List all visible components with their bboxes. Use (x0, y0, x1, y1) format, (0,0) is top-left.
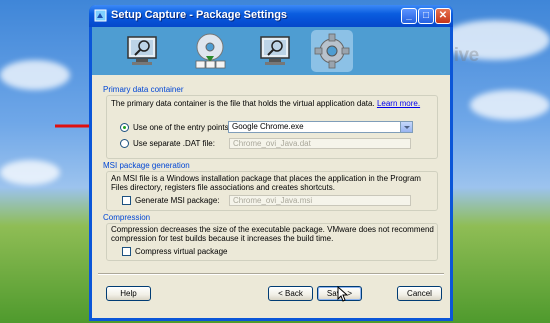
entry-points-value: Google Chrome.exe (232, 122, 304, 131)
compression-description-line2: compression for test builds because it i… (111, 234, 334, 243)
primary-description: The primary data container is the file t… (111, 99, 436, 109)
setup-capture-window: Setup Capture - Package Settings _ □ ✕ P… (89, 5, 453, 321)
back-button[interactable]: < Back (268, 286, 313, 301)
mouse-cursor-icon (337, 286, 349, 302)
compress-package-checkbox[interactable] (122, 247, 131, 256)
close-icon: ✕ (438, 10, 448, 21)
chevron-down-icon[interactable] (400, 122, 412, 132)
maximize-button[interactable]: □ (418, 8, 434, 24)
separate-dat-label: Use separate .DAT file: (133, 139, 215, 148)
close-button[interactable]: ✕ (435, 8, 451, 24)
entry-points-radio[interactable] (120, 123, 129, 132)
generate-msi-checkbox[interactable] (122, 196, 131, 205)
package-settings-step-active (311, 30, 353, 72)
wizard-body: Primary data container The primary data … (92, 75, 450, 318)
primary-group-header: Primary data container (103, 85, 184, 94)
separate-dat-field[interactable]: Chrome_ovi_Java.dat (229, 138, 411, 149)
entry-points-label: Use one of the entry points: (133, 123, 231, 132)
gear-icon (314, 33, 350, 69)
cloud (470, 90, 550, 120)
button-separator (98, 273, 444, 275)
msi-description-line2: Files directory, registers file associat… (111, 183, 335, 192)
separate-dat-radio[interactable] (120, 139, 129, 148)
cloud (0, 60, 70, 90)
wizard-steps-banner (92, 27, 450, 75)
title-bar[interactable]: Setup Capture - Package Settings _ □ ✕ (89, 5, 453, 27)
minimize-icon: _ (406, 10, 412, 21)
install-disc-icon (195, 33, 226, 69)
compression-group-header: Compression (103, 213, 151, 222)
primary-description-text: The primary data container is the file t… (111, 99, 375, 108)
compress-package-label: Compress virtual package (135, 247, 228, 256)
generate-msi-label: Generate MSI package: (135, 196, 220, 205)
generate-msi-field[interactable]: Chrome_ovi_Java.msi (229, 195, 411, 206)
capture-monitor-icon (127, 36, 157, 65)
app-icon (94, 9, 107, 22)
maximize-icon: □ (422, 10, 430, 21)
entry-points-dropdown[interactable]: Google Chrome.exe (228, 121, 413, 133)
cancel-button[interactable]: Cancel (397, 286, 442, 301)
learn-more-link[interactable]: Learn more. (377, 99, 420, 108)
help-button[interactable]: Help (106, 286, 151, 301)
msi-group-header: MSI package generation (103, 161, 190, 170)
analyze-monitor-icon (260, 36, 290, 65)
cloud (0, 160, 60, 185)
window-title: Setup Capture - Package Settings (111, 9, 288, 21)
minimize-button[interactable]: _ (401, 8, 417, 24)
